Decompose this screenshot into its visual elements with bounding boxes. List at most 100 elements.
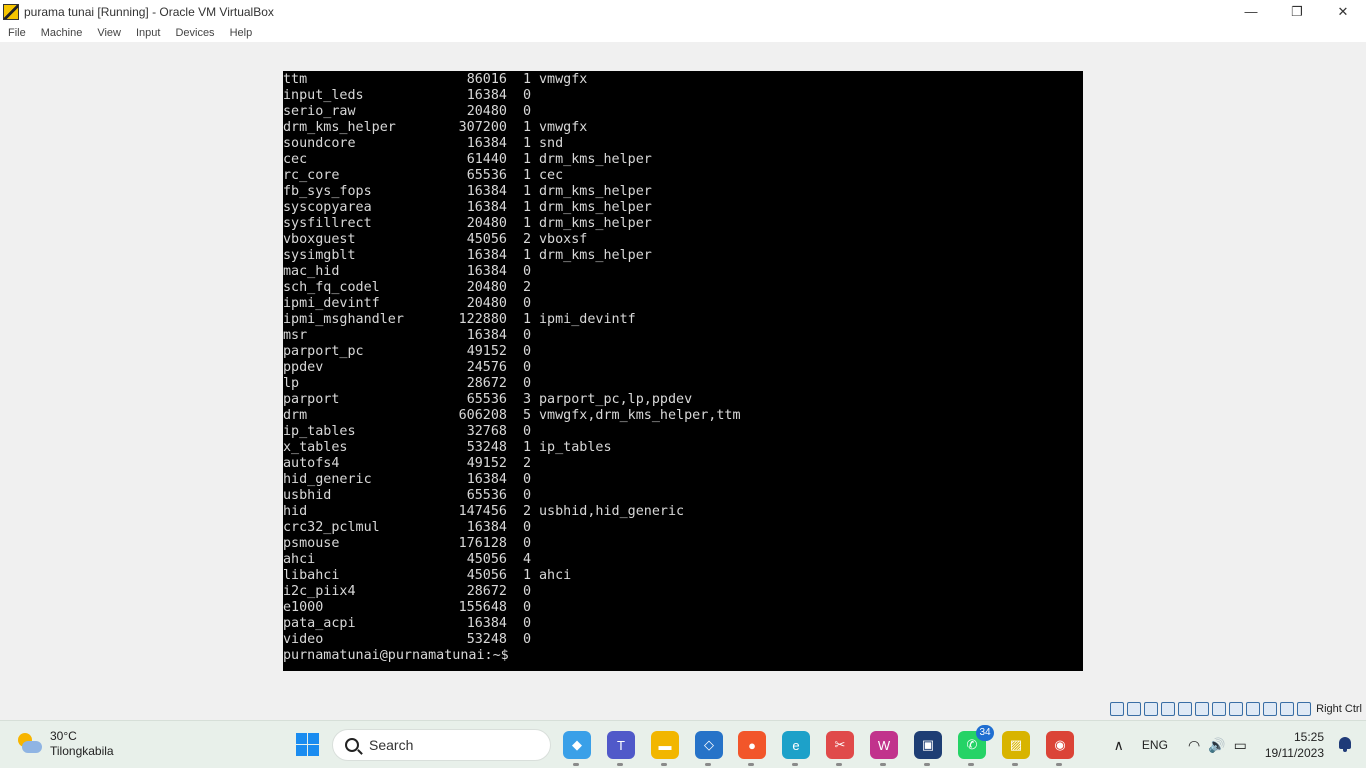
video-capture-icon[interactable]: [1246, 702, 1261, 716]
module-size: 61440: [466, 152, 507, 167]
module-name: usbhid: [283, 488, 332, 503]
module-size: 24576: [466, 360, 507, 375]
display-icon[interactable]: [1212, 702, 1227, 716]
taskbar-search[interactable]: Search: [332, 729, 551, 761]
module-used-by: vmwgfx: [539, 72, 588, 87]
shared-folders-icon[interactable]: [1195, 702, 1210, 716]
menu-help[interactable]: Help: [230, 27, 253, 39]
module-used-count: 2: [523, 280, 532, 295]
file-explorer-app-icon[interactable]: ▬: [651, 731, 679, 766]
module-used-count: 2: [523, 504, 532, 519]
module-size: 20480: [466, 104, 507, 119]
module-size: 16384: [466, 472, 507, 487]
console-line: hid 147456 2 usbhid,hid_generic: [283, 504, 1073, 520]
module-used-count: 0: [523, 488, 532, 503]
window-title: purama tunai [Running] - Oracle VM Virtu…: [24, 4, 274, 19]
menu-file[interactable]: File: [8, 27, 26, 39]
copilot-app-icon[interactable]: ◆: [563, 731, 591, 766]
module-used-count: 2: [523, 232, 532, 247]
module-used-count: 0: [523, 104, 532, 119]
whatsapp-app-icon[interactable]: ✆ 34: [958, 725, 994, 766]
module-size: 16384: [466, 248, 507, 263]
module-used-count: 5: [523, 408, 532, 423]
module-size: 20480: [466, 280, 507, 295]
console-line: input_leds 16384 0: [283, 88, 1073, 104]
virtualbox-app-icon[interactable]: ▣: [914, 731, 942, 766]
edge-app-icon[interactable]: e: [782, 731, 810, 766]
minimize-button[interactable]: —: [1228, 0, 1274, 23]
vscode-app-icon[interactable]: ◇: [695, 731, 723, 766]
module-size: 20480: [466, 296, 507, 311]
module-name: cec: [283, 152, 308, 167]
module-name: crc32_pclmul: [283, 520, 380, 535]
battery-icon[interactable]: ▭: [1234, 737, 1247, 754]
keyboard-icon[interactable]: [1297, 702, 1312, 716]
wps-app-icon[interactable]: W: [870, 731, 898, 766]
module-used-count: 0: [523, 584, 532, 599]
weather-location: Tilongkabila: [50, 744, 114, 758]
teams-app-icon[interactable]: T: [607, 731, 635, 766]
console-line: crc32_pclmul 16384 0: [283, 520, 1073, 536]
language-indicator[interactable]: ENG: [1142, 738, 1168, 752]
restore-button[interactable]: ❐: [1274, 0, 1320, 23]
chrome-app-icon[interactable]: ◉: [1046, 731, 1074, 766]
module-size: 49152: [466, 456, 507, 471]
module-size: 307200: [458, 120, 507, 135]
window-controls: — ❐ ✕: [1228, 0, 1366, 23]
console-line: lp 28672 0: [283, 376, 1073, 392]
network-icon[interactable]: [1161, 702, 1176, 716]
menu-view[interactable]: View: [97, 27, 121, 39]
menu-devices[interactable]: Devices: [175, 27, 214, 39]
module-size: 16384: [466, 136, 507, 151]
hard-disk-icon[interactable]: [1110, 702, 1125, 716]
close-button[interactable]: ✕: [1320, 0, 1366, 23]
clock[interactable]: 15:25 19/11/2023: [1265, 729, 1324, 761]
wifi-icon[interactable]: ◠: [1188, 737, 1200, 754]
console-line: soundcore 16384 1 snd: [283, 136, 1073, 152]
module-name: drm: [283, 408, 308, 423]
running-indicator: [880, 763, 886, 766]
menu-input[interactable]: Input: [136, 27, 160, 39]
firefox-app-icon[interactable]: ●: [738, 731, 766, 766]
vm-window-app-icon[interactable]: ▨: [1002, 731, 1030, 766]
module-used-count: 0: [523, 536, 532, 551]
console-line: msr 16384 0: [283, 328, 1073, 344]
volume-icon[interactable]: 🔊: [1208, 737, 1225, 754]
notification-bell-icon[interactable]: [1338, 737, 1352, 753]
module-name: serio_raw: [283, 104, 356, 119]
module-size: 16384: [466, 200, 507, 215]
module-name: drm_kms_helper: [283, 120, 396, 135]
audio-icon[interactable]: [1144, 702, 1159, 716]
module-used-count: 4: [523, 552, 532, 567]
shell-prompt[interactable]: purnamatunai@purnamatunai:~$: [283, 648, 509, 664]
usb-icon[interactable]: [1178, 702, 1193, 716]
vm-console-screen[interactable]: ttm 86016 1 vmwgfx input_leds 16384 0 serio_raw…: [283, 71, 1083, 671]
running-indicator: [1056, 763, 1062, 766]
module-name: fb_sys_fops: [283, 184, 372, 199]
menu-machine[interactable]: Machine: [41, 27, 83, 39]
module-used-by: usbhid,hid_generic: [539, 504, 685, 519]
start-button[interactable]: [296, 733, 319, 756]
module-used-by: ip_tables: [539, 440, 612, 455]
console-line: drm_kms_helper 307200 1 vmwgfx: [283, 120, 1073, 136]
cpu-icon[interactable]: [1263, 702, 1278, 716]
module-used-by: vboxsf: [539, 232, 588, 247]
optical-drive-icon[interactable]: [1127, 702, 1142, 716]
weather-widget[interactable]: 30°C Tilongkabila: [16, 729, 114, 759]
module-used-count: 1: [523, 568, 532, 583]
snipping-tool-app-icon[interactable]: ✂: [826, 731, 854, 766]
firefox-app-glyph: ●: [748, 737, 756, 753]
module-name: sch_fq_codel: [283, 280, 380, 295]
module-size: 28672: [466, 584, 507, 599]
module-size: 32768: [466, 424, 507, 439]
module-used-count: 1: [523, 440, 532, 455]
module-name: syscopyarea: [283, 200, 372, 215]
console-line: x_tables 53248 1 ip_tables: [283, 440, 1073, 456]
module-name: ttm: [283, 72, 308, 87]
show-hidden-icons-chevron-icon[interactable]: ∧: [1114, 737, 1124, 754]
mouse-integration-icon[interactable]: [1280, 702, 1295, 716]
recording-icon[interactable]: [1229, 702, 1244, 716]
console-line: video 53248 0: [283, 632, 1073, 648]
module-size: 16384: [466, 520, 507, 535]
system-tray: ∧ ENG ◠ 🔊 ▭ 15:25 19/11/2023: [1114, 721, 1366, 769]
